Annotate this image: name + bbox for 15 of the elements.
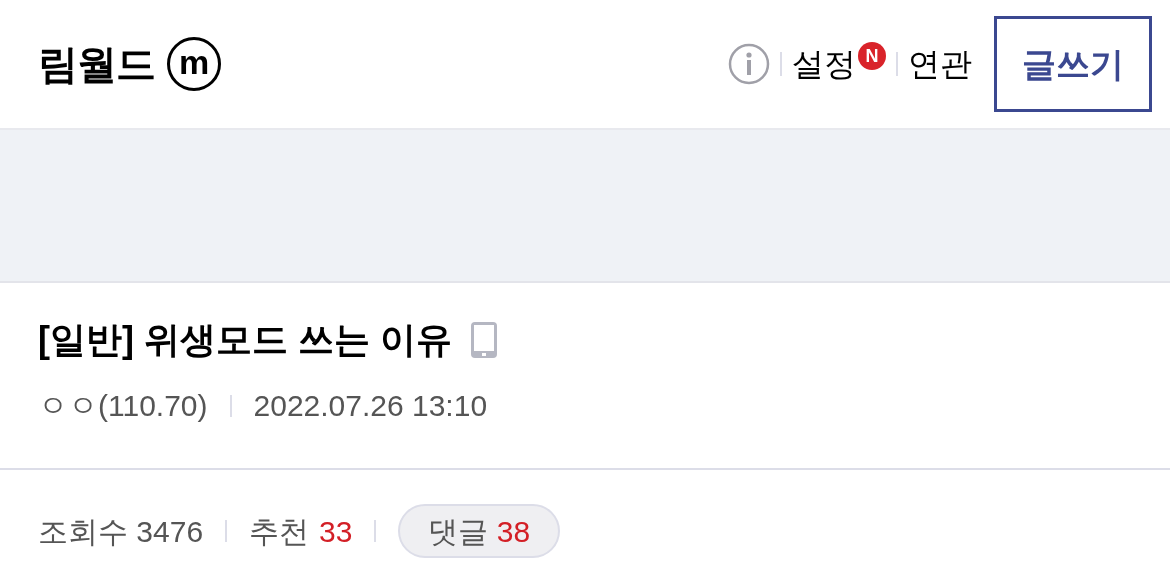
post-date: 2022.07.26 13:10 bbox=[253, 388, 488, 424]
header-link[interactable]: 연관 bbox=[908, 40, 972, 88]
write-button[interactable]: 글쓰기 bbox=[994, 16, 1152, 112]
comment-button[interactable]: 댓글 38 bbox=[398, 504, 561, 558]
info-icon[interactable] bbox=[728, 43, 770, 85]
new-badge: N bbox=[858, 42, 886, 70]
board-title: 림월드 bbox=[38, 41, 155, 88]
post-title: [일반] 위생모드 쓰는 이유 bbox=[38, 318, 452, 362]
recommend-count: 33 bbox=[319, 513, 353, 550]
recommend-label: 추천 bbox=[249, 513, 310, 550]
view-count: 조회수 3476 bbox=[38, 513, 204, 550]
author: ㅇㅇ(110.70) bbox=[38, 388, 208, 424]
header-link[interactable]: 설정 bbox=[792, 40, 856, 88]
phone-icon bbox=[470, 321, 498, 359]
logo-badge: m bbox=[167, 37, 221, 91]
